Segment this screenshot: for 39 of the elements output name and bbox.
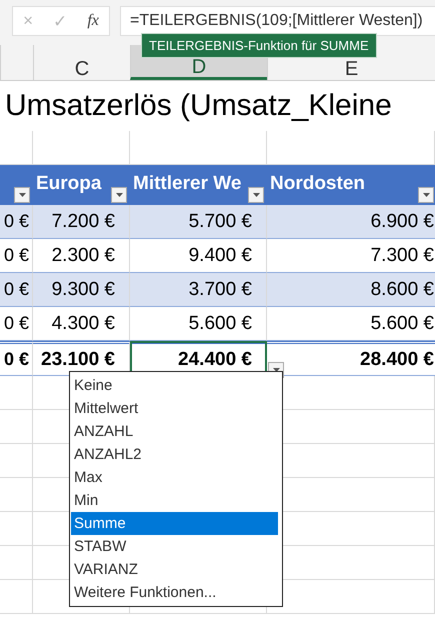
caret-icon bbox=[252, 193, 260, 197]
caret-icon bbox=[422, 193, 430, 197]
menu-item[interactable]: ANZAHL2 bbox=[71, 443, 278, 466]
menu-item[interactable]: Keine bbox=[71, 374, 278, 397]
table-cell: 8.600 € bbox=[267, 273, 435, 307]
function-tooltip: TEILERGEBNIS-Funktion für SUMME bbox=[141, 33, 377, 58]
menu-item[interactable]: Min bbox=[71, 489, 278, 512]
table-cell: 6.900 € bbox=[267, 205, 435, 239]
menu-item[interactable]: STABW bbox=[71, 535, 278, 558]
table-cell: 5.600 € bbox=[267, 307, 435, 341]
formula-field[interactable]: =TEILERGEBNIS(109;[Mittlerer Westen]) bbox=[120, 6, 435, 36]
filter-button[interactable] bbox=[14, 187, 30, 203]
caret-icon bbox=[18, 193, 26, 197]
table-cell: 3.700 € bbox=[130, 273, 267, 307]
table-cell: 0 € bbox=[0, 205, 33, 239]
table-cell: 5.700 € bbox=[130, 205, 267, 239]
total-cell: 0 € bbox=[0, 341, 33, 376]
filter-button[interactable] bbox=[248, 187, 264, 203]
menu-item[interactable]: VARIANZ bbox=[71, 558, 278, 581]
table-cell: 7.200 € bbox=[33, 205, 130, 239]
menu-item[interactable]: Max bbox=[71, 466, 278, 489]
filter-button[interactable] bbox=[111, 187, 127, 203]
empty-cell bbox=[0, 580, 33, 614]
menu-item[interactable]: ANZAHL bbox=[71, 420, 278, 443]
menu-item[interactable]: Mittelwert bbox=[71, 397, 278, 420]
header-label: Europa bbox=[36, 173, 102, 196]
header-label: Nordosten bbox=[270, 173, 365, 196]
insert-function-button[interactable]: fx bbox=[83, 12, 103, 30]
menu-item[interactable]: Weitere Funktionen... bbox=[71, 581, 278, 604]
table-cell: 5.600 € bbox=[130, 307, 267, 341]
menu-item[interactable]: Summe bbox=[71, 512, 278, 535]
sheet-title: Umsatzerlös (Umsatz_Kleine bbox=[4, 88, 393, 124]
table-cell: 0 € bbox=[0, 307, 33, 341]
table-cell: 4.300 € bbox=[33, 307, 130, 341]
caret-icon bbox=[116, 193, 122, 197]
header-label: Mittlerer We bbox=[133, 173, 242, 196]
table-cell: 0 € bbox=[0, 273, 33, 307]
filter-button[interactable] bbox=[418, 187, 434, 203]
table-cell: 9.300 € bbox=[33, 273, 130, 307]
